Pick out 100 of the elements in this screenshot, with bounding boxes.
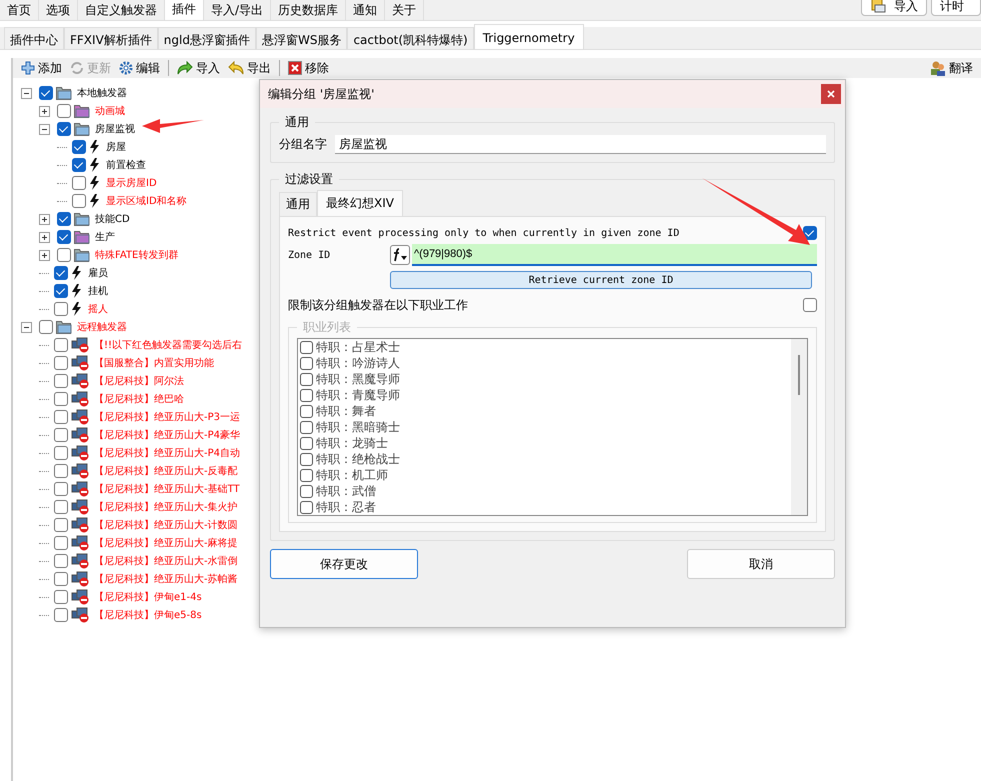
checkbox[interactable] bbox=[54, 500, 68, 514]
tree-item-label[interactable]: 房屋 bbox=[106, 140, 126, 154]
group-name-field[interactable]: 房屋监视 bbox=[335, 135, 826, 154]
tree-item-label[interactable]: 【尼尼科技】绝巴哈 bbox=[94, 392, 184, 406]
collapse-icon[interactable] bbox=[21, 88, 32, 98]
tree-item-label[interactable]: 【尼尼科技】绝亚历山大-P4自动 bbox=[94, 446, 240, 460]
checkbox[interactable] bbox=[57, 212, 71, 226]
plugin-tab[interactable]: Triggernometry bbox=[474, 24, 584, 49]
tree-item-label[interactable]: 【尼尼科技】绝亚历山大-苏帕酱 bbox=[94, 572, 238, 586]
checkbox[interactable] bbox=[54, 392, 68, 406]
close-button[interactable] bbox=[821, 84, 841, 104]
function-dropdown-button[interactable] bbox=[390, 245, 410, 265]
checkbox[interactable] bbox=[54, 284, 68, 298]
plugin-tab[interactable]: cactbot(凯科特爆特) bbox=[347, 27, 474, 49]
tree-item-label[interactable]: 远程触发器 bbox=[77, 320, 127, 334]
tree-item-label[interactable]: 【尼尼科技】阿尔法 bbox=[94, 374, 184, 388]
checkbox[interactable] bbox=[300, 452, 313, 466]
toolbar-button[interactable]: 编辑 bbox=[117, 60, 162, 76]
expand-icon[interactable] bbox=[39, 232, 50, 242]
expand-icon[interactable] bbox=[39, 106, 50, 116]
checkbox[interactable] bbox=[54, 374, 68, 388]
checkbox[interactable] bbox=[72, 194, 86, 208]
checkbox[interactable] bbox=[54, 446, 68, 460]
checkbox[interactable] bbox=[300, 404, 313, 418]
timer-button[interactable]: 计时 bbox=[931, 0, 981, 16]
checkbox[interactable] bbox=[54, 518, 68, 532]
checkbox[interactable] bbox=[54, 338, 68, 352]
checkbox[interactable] bbox=[72, 176, 86, 190]
expand-icon[interactable] bbox=[39, 214, 50, 224]
tree-item-label[interactable]: 显示房屋ID bbox=[106, 176, 157, 190]
checkbox[interactable] bbox=[300, 500, 313, 514]
tree-item-label[interactable]: 动画城 bbox=[95, 104, 125, 118]
tree-item-label[interactable]: 特殊FATE转发到群 bbox=[95, 248, 178, 262]
checkbox[interactable] bbox=[300, 484, 313, 498]
tree-item-label[interactable]: 雇员 bbox=[88, 266, 108, 280]
checkbox[interactable] bbox=[54, 482, 68, 496]
tree-item-label[interactable]: 【尼尼科技】绝亚历山大-集火护 bbox=[94, 500, 238, 514]
checkbox[interactable] bbox=[57, 122, 71, 136]
checkbox[interactable] bbox=[300, 388, 313, 402]
checkbox[interactable] bbox=[300, 372, 313, 386]
collapse-icon[interactable] bbox=[21, 322, 32, 332]
checkbox[interactable] bbox=[54, 410, 68, 424]
checkbox[interactable] bbox=[300, 340, 313, 354]
checkbox[interactable] bbox=[54, 464, 68, 478]
checkbox[interactable] bbox=[803, 298, 817, 312]
checkbox[interactable] bbox=[72, 158, 86, 172]
tree-item-label[interactable]: 【尼尼科技】绝亚历山大-计数圆 bbox=[94, 518, 238, 532]
tree-item-label[interactable]: 显示区域ID和名称 bbox=[106, 194, 187, 208]
save-button[interactable]: 保存更改 bbox=[270, 549, 418, 579]
tree-item-label[interactable]: 本地触发器 bbox=[77, 86, 127, 100]
checkbox[interactable] bbox=[54, 428, 68, 442]
tree-item-label[interactable]: 生产 bbox=[95, 230, 115, 244]
cancel-button[interactable]: 取消 bbox=[687, 549, 835, 579]
checkbox[interactable] bbox=[54, 608, 68, 622]
main-tab[interactable]: 插件 bbox=[165, 0, 204, 20]
checkbox[interactable] bbox=[72, 140, 86, 154]
checkbox[interactable] bbox=[54, 590, 68, 604]
checkbox[interactable] bbox=[54, 536, 68, 550]
checkbox[interactable] bbox=[39, 320, 53, 334]
checkbox[interactable] bbox=[54, 356, 68, 370]
plugin-tab[interactable]: 插件中心 bbox=[4, 27, 64, 49]
scrollbar[interactable] bbox=[791, 339, 807, 515]
collapse-icon[interactable] bbox=[39, 124, 50, 134]
translate-button[interactable]: 翻译 bbox=[928, 60, 975, 76]
dialog-tab[interactable]: 最终幻想XIV bbox=[317, 190, 403, 216]
retrieve-zone-button[interactable]: Retrieve current zone ID bbox=[390, 271, 812, 289]
zone-id-field[interactable]: ^(979|980)$ bbox=[412, 244, 817, 266]
plugin-tab[interactable]: FFXIV解析插件 bbox=[64, 27, 158, 49]
tree-item-label[interactable]: 【尼尼科技】绝亚历山大-P4豪华 bbox=[94, 428, 240, 442]
expand-icon[interactable] bbox=[39, 250, 50, 260]
tree-item-label[interactable]: 【国服整合】内置实用功能 bbox=[94, 356, 214, 370]
tree-item-label[interactable]: 【!!以下红色触发器需要勾选后右 bbox=[94, 338, 242, 352]
tree-item-label[interactable]: 挂机 bbox=[88, 284, 108, 298]
toolbar-button[interactable]: 移除 bbox=[286, 60, 331, 76]
import-button[interactable]: 导入 bbox=[861, 0, 927, 16]
checkbox[interactable] bbox=[54, 572, 68, 586]
tree-item-label[interactable]: 技能CD bbox=[95, 212, 130, 226]
tree-item-label[interactable]: 【尼尼科技】绝亚历山大-P3一运 bbox=[94, 410, 240, 424]
tree-item-label[interactable]: 房屋监视 bbox=[95, 122, 135, 136]
checkbox[interactable] bbox=[57, 230, 71, 244]
checkbox[interactable] bbox=[57, 248, 71, 262]
checkbox[interactable] bbox=[803, 226, 817, 240]
checkbox[interactable] bbox=[300, 436, 313, 450]
tree-item-label[interactable]: 【尼尼科技】绝亚历山大-基础TT bbox=[94, 482, 240, 496]
checkbox[interactable] bbox=[300, 468, 313, 482]
tree-item-label[interactable]: 【尼尼科技】伊甸e1-4s bbox=[94, 590, 202, 604]
checkbox[interactable] bbox=[54, 302, 68, 316]
toolbar-button[interactable]: 导入 bbox=[175, 60, 222, 76]
plugin-tab[interactable]: 悬浮窗WS服务 bbox=[256, 27, 348, 49]
tree-item-label[interactable]: 【尼尼科技】绝亚历山大-水雷倒 bbox=[94, 554, 238, 568]
tree-item-label[interactable]: 前置检查 bbox=[106, 158, 146, 172]
checkbox[interactable] bbox=[57, 104, 71, 118]
plugin-tab[interactable]: ngld悬浮窗插件 bbox=[158, 27, 256, 49]
tree-item-label[interactable]: 摇人 bbox=[88, 302, 108, 316]
checkbox[interactable] bbox=[300, 356, 313, 370]
toolbar-button[interactable]: 导出 bbox=[226, 60, 273, 76]
checkbox[interactable] bbox=[39, 86, 53, 100]
checkbox[interactable] bbox=[54, 554, 68, 568]
tree-item-label[interactable]: 【尼尼科技】绝亚历山大-麻将提 bbox=[94, 536, 238, 550]
toolbar-button[interactable]: 添加 bbox=[19, 60, 64, 76]
